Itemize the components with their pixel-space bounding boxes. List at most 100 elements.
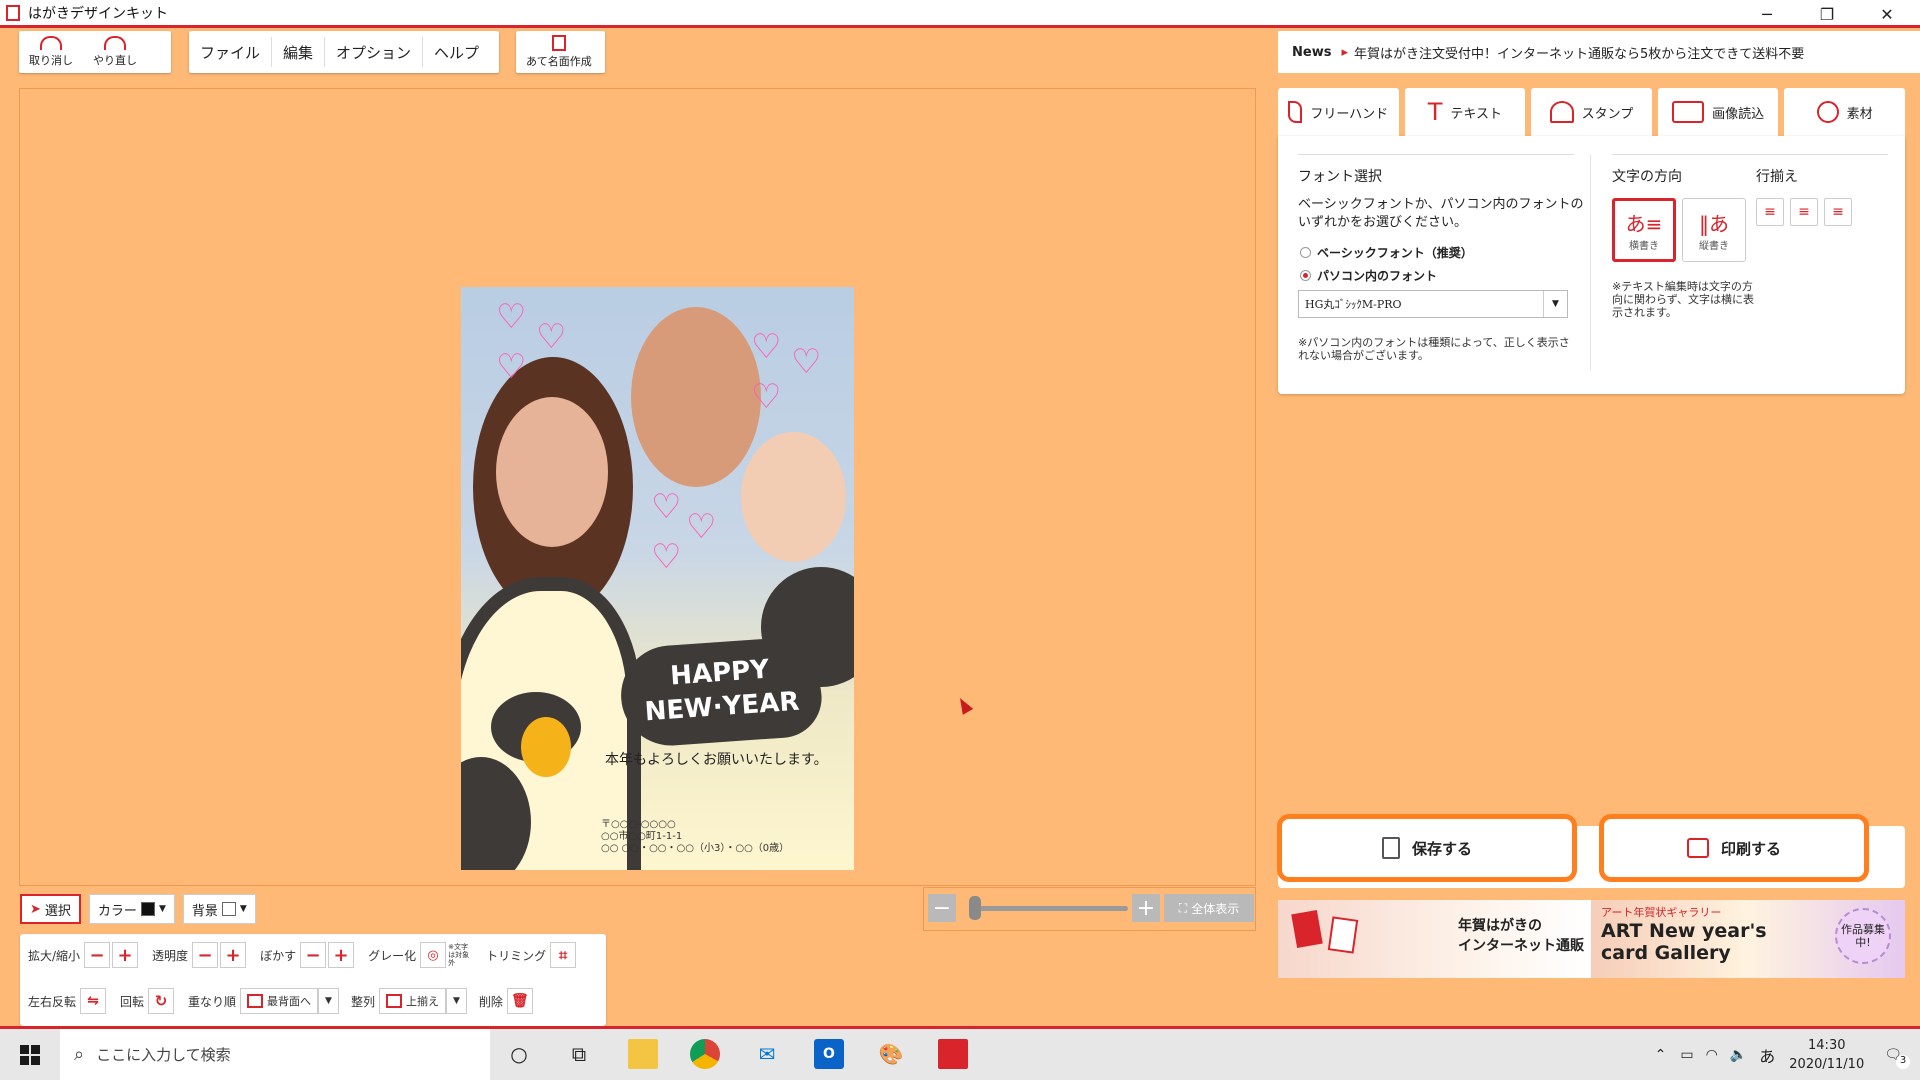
hagaki-kit-icon[interactable] [938,1039,968,1069]
rotate-label: 回転 [120,994,145,1009]
cortana-icon[interactable]: ○ [504,1039,534,1069]
radio-button[interactable] [1300,247,1311,258]
tab-freehand[interactable]: フリーハンド [1278,88,1399,136]
tab-materials[interactable]: 素材 [1784,88,1905,136]
notification-icon[interactable]: 🗨 3 [1884,1047,1910,1069]
redo-button[interactable]: やり直し [83,31,147,73]
banner-online-shop[interactable]: 年賀はがきの インターネット通販 [1278,900,1591,978]
restore-icon[interactable]: ❐ [1800,0,1854,28]
chevron-up-icon[interactable]: ⌃ [1655,1047,1667,1063]
design-canvas[interactable]: ♡ ♡ ♡ ♡ ♡ ♡ ♡ ♡ ♡ HAPPY NEW·YEAR 本年もよろしく… [19,88,1256,886]
blur-minus-button[interactable]: − [300,942,327,968]
undo-label: 取り消し [29,54,73,67]
opacity-plus-button[interactable]: + [220,942,247,968]
print-button[interactable]: 印刷する [1599,814,1869,882]
font-note: ※パソコン内のフォントは種類によって、正しく表示されない場合がございます。 [1298,336,1570,362]
select-tool-button[interactable]: ➤ 選択 [20,894,81,924]
color-picker[interactable]: カラー ▼ [88,894,175,924]
start-button[interactable] [0,1029,60,1080]
heart-icon: ♡ [751,377,782,417]
background-label: 背景 [191,903,218,919]
minimize-icon[interactable]: ─ [1740,0,1794,28]
order-dropdown[interactable]: ▼ [318,988,339,1014]
fit-screen-icon: ⛶ [1178,900,1188,915]
undo-button[interactable]: 取り消し [19,31,83,73]
font-dropdown-value: HG丸ｺﾞｼｯｸM-PRO [1305,298,1402,311]
align-button[interactable]: 上揃え [378,988,446,1014]
zoom-out-button[interactable]: − [928,894,956,922]
address-group: あて名面作成 [516,31,605,73]
paint-icon[interactable]: 🎨 [876,1039,906,1069]
battery-icon[interactable]: ▭ [1680,1047,1693,1063]
outlook-icon[interactable]: O [814,1039,844,1069]
radio-pc-font[interactable]: パソコン内のフォント [1300,267,1437,284]
close-icon[interactable]: ✕ [1860,0,1914,28]
clock[interactable]: 14:30 2020/11/10 [1789,1036,1864,1074]
mail-icon[interactable]: ✉ [752,1039,782,1069]
taskbar-search[interactable]: ⌕ ここに入力して検索 [60,1029,490,1080]
address-side-button[interactable]: あて名面作成 [516,31,602,73]
ime-indicator[interactable]: あ [1759,1043,1775,1067]
menu-help[interactable]: ヘルプ [423,31,490,73]
chrome-icon[interactable] [690,1039,720,1069]
order-button[interactable]: 最背面へ [240,988,319,1014]
font-dropdown[interactable]: HG丸ｺﾞｼｯｸM-PRO ▼ [1298,290,1568,318]
file-explorer-icon[interactable] [628,1039,658,1069]
radio-basic-font[interactable]: ベーシックフォント（推奨） [1300,244,1473,261]
grayscale-button[interactable]: ◎ [420,942,447,968]
task-view-icon[interactable]: ⧉ [564,1039,594,1069]
zoom-slider-track[interactable] [976,906,1128,911]
zoom-in-button[interactable]: + [1132,894,1160,922]
grayscale-label: グレー化 [368,948,417,963]
heart-icon: ♡ [651,537,682,577]
align-heading: 行揃え [1756,169,1798,185]
banner-art-gallery[interactable]: アート年賀状ギャラリー ART New year's card Gallery … [1591,900,1905,978]
align-dropdown[interactable]: ▼ [445,988,467,1014]
scale-minus-button[interactable]: − [84,942,111,968]
news-bar[interactable]: News ▸ 年賀はがき注文受付中！インターネット通販なら5枚から注文できて送料… [1278,31,1920,73]
background-picker[interactable]: 背景 ▼ [182,894,256,924]
postcard-preview[interactable]: ♡ ♡ ♡ ♡ ♡ ♡ ♡ ♡ ♡ HAPPY NEW·YEAR 本年もよろしく… [461,287,854,870]
menu-bar: ファイル 編集 オプション ヘルプ [189,31,499,73]
chevron-down-icon[interactable]: ▼ [1543,291,1567,317]
menu-file[interactable]: ファイル [189,31,271,73]
opacity-label: 透明度 [152,948,189,963]
align-left-icon[interactable]: ≡ [1756,198,1784,226]
tab-image-load[interactable]: 画像読込 [1657,88,1779,136]
news-text[interactable]: 年賀はがき注文受付中！インターネット通販なら5枚から注文できて送料不要 [1354,43,1804,62]
menu-edit[interactable]: 編集 [272,31,324,73]
opacity-minus-button[interactable]: − [192,942,219,968]
rotate-icon[interactable]: ↻ [148,988,175,1014]
title-bar: はがきデザインキット ─ ❐ ✕ [0,0,1920,28]
trash-icon[interactable]: 🗑 [506,988,533,1014]
align-center-icon[interactable]: ≡ [1790,198,1818,226]
volume-icon[interactable]: 🔈 [1730,1047,1747,1063]
align-label: 整列 [350,994,375,1009]
tab-text[interactable]: T テキスト [1404,88,1526,136]
full-view-button[interactable]: ⛶ 全体表示 [1164,894,1254,922]
save-button[interactable]: 保存する [1277,814,1577,882]
align-value: 上揃え [405,995,439,1008]
color-label: カラー [97,903,137,919]
edit-row-2: 左右反転 ⇋ 回転 ↻ 重なり順 最背面へ ▼ 整列 上揃え ▼ 削除 🗑 [28,984,535,1018]
radio-button-selected[interactable] [1300,270,1311,281]
horizontal-writing-button[interactable]: あ≡ 横書き [1612,198,1676,262]
stamp-decoration [1327,916,1359,954]
tab-stamp[interactable]: スタンプ [1531,88,1652,136]
scale-plus-button[interactable]: + [112,942,139,968]
align-right-icon[interactable]: ≡ [1824,198,1852,226]
flip-icon[interactable]: ⇋ [80,988,107,1014]
zoom-slider-thumb[interactable] [969,896,981,920]
wifi-icon[interactable]: ◠ [1706,1047,1718,1063]
crop-icon[interactable]: ⌗ [550,942,577,968]
clock-time: 14:30 [1808,1037,1846,1053]
pointer-icon: ➤ [30,901,41,917]
blur-plus-button[interactable]: + [328,942,355,968]
menu-options[interactable]: オプション [325,31,422,73]
heart-icon: ♡ [536,317,567,357]
address-postal: 〒○○○-○○○○ [601,819,676,830]
window-title: はがきデザインキット [28,5,168,22]
taskbar: ⌕ ここに入力して検索 ○ ⧉ ✉ O 🎨 ⌃ ▭ ◠ 🔈 あ 14:30 20… [0,1029,1920,1080]
vertical-writing-button[interactable]: ‖あ 縦書き [1682,198,1746,262]
banner-right-title: ART New year's card Gallery [1601,920,1767,964]
